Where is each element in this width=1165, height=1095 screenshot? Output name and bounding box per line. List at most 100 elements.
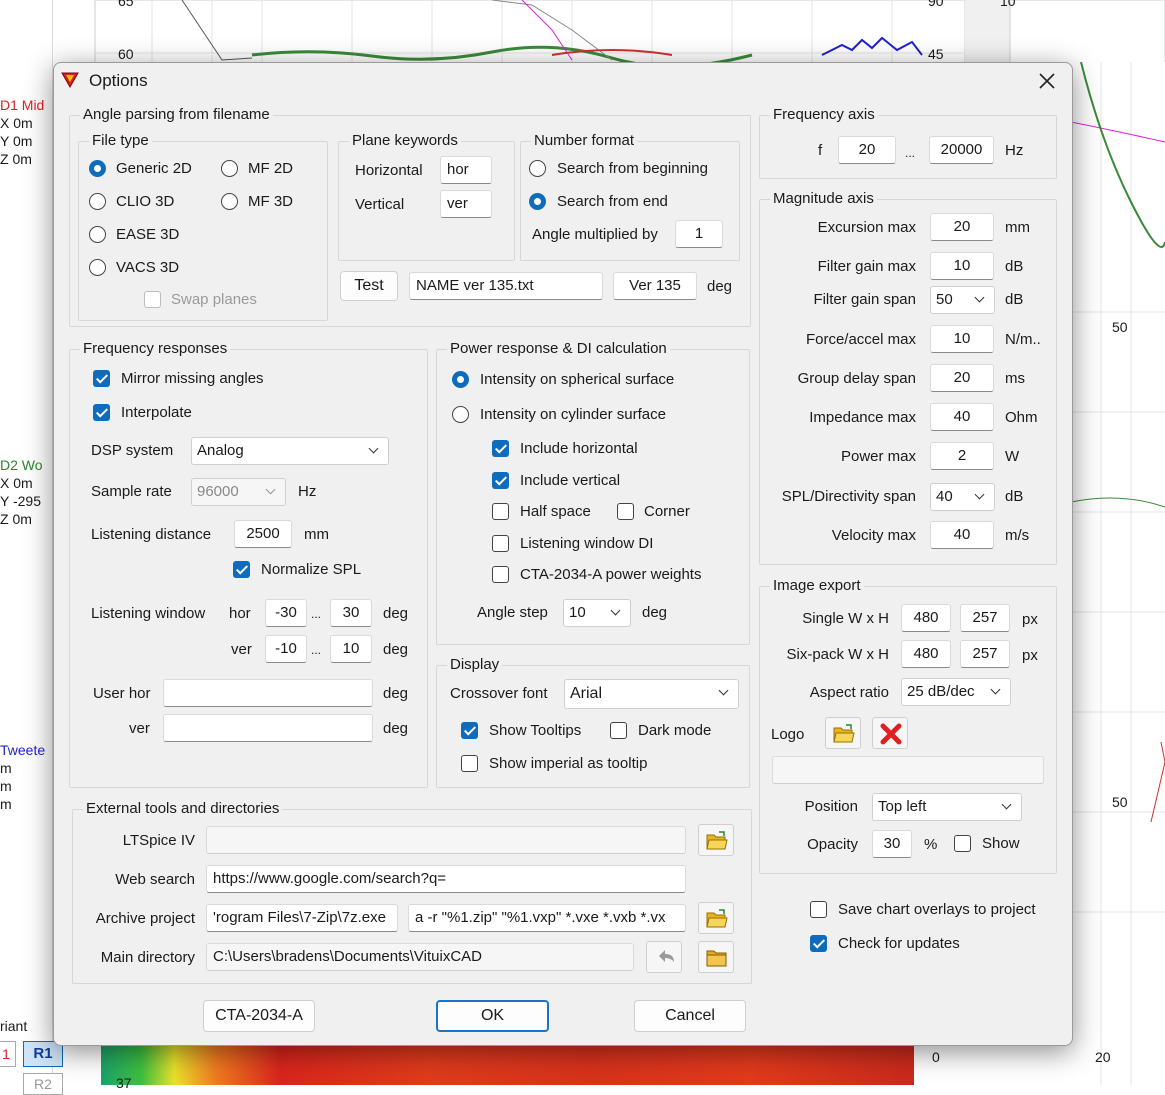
radio-search-beginning[interactable] bbox=[529, 160, 546, 177]
user-hor-input[interactable] bbox=[163, 679, 373, 707]
angle-step-select[interactable]: 10 bbox=[563, 599, 631, 627]
ok-button[interactable]: OK bbox=[436, 1000, 549, 1032]
close-button[interactable] bbox=[1031, 67, 1063, 95]
vacs-3d-label: VACS 3D bbox=[116, 259, 180, 276]
radio-ease-3d[interactable] bbox=[89, 226, 106, 243]
show-tooltips-checkbox[interactable] bbox=[461, 722, 478, 739]
radio-spherical[interactable] bbox=[452, 371, 469, 388]
radio-generic-2d[interactable] bbox=[89, 160, 106, 177]
impedance-max-unit: Ohm bbox=[1005, 409, 1038, 426]
power-max-input[interactable]: 2 bbox=[930, 442, 994, 470]
lw-ver-min-input[interactable]: -10 bbox=[265, 635, 307, 663]
f-min-input[interactable]: 20 bbox=[838, 136, 896, 164]
logo-clear-button[interactable] bbox=[872, 717, 908, 749]
dsp-system-select[interactable]: Analog bbox=[191, 437, 389, 465]
radio-search-end[interactable] bbox=[529, 193, 546, 210]
f-unit: Hz bbox=[1005, 142, 1024, 159]
cancel-button[interactable]: Cancel bbox=[634, 1000, 746, 1032]
interpolate-checkbox[interactable] bbox=[93, 404, 110, 421]
excursion-max-input[interactable]: 20 bbox=[930, 213, 994, 241]
logo-browse-button[interactable] bbox=[825, 717, 861, 749]
lw-hor-max-input[interactable]: 30 bbox=[330, 599, 372, 627]
position-select[interactable]: Top left bbox=[872, 793, 1022, 821]
f-label: f bbox=[818, 142, 823, 159]
single-width-input[interactable]: 480 bbox=[901, 604, 951, 632]
swap-planes-checkbox[interactable] bbox=[144, 291, 161, 308]
listening-distance-input[interactable]: 2500 bbox=[234, 520, 292, 548]
right-tick-20: 20 bbox=[1095, 1049, 1111, 1065]
cta-weights-checkbox[interactable] bbox=[492, 566, 509, 583]
listening-distance-unit: mm bbox=[304, 526, 329, 543]
main-directory-browse-button[interactable] bbox=[698, 941, 734, 973]
logo-path-field bbox=[772, 756, 1044, 784]
excursion-max-label: Excursion max bbox=[817, 219, 916, 236]
open-folder-icon bbox=[833, 724, 855, 743]
test-button[interactable]: Test bbox=[340, 271, 398, 301]
archive-browse-button[interactable] bbox=[698, 902, 734, 934]
main-directory-input[interactable]: C:\Users\bradens\Documents\VituixCAD bbox=[206, 943, 634, 971]
reset-directory-button[interactable] bbox=[646, 941, 682, 973]
lw-hor-min-input[interactable]: -30 bbox=[265, 599, 307, 627]
filter-gain-max-input[interactable]: 10 bbox=[930, 252, 994, 280]
spl-directivity-span-select[interactable]: 40 bbox=[930, 483, 995, 511]
listening-window-di-checkbox[interactable] bbox=[492, 535, 509, 552]
variant-button-1[interactable]: 1 bbox=[0, 1041, 16, 1067]
user-ver-input[interactable] bbox=[163, 714, 373, 742]
driver1-z: Z 0m bbox=[0, 151, 32, 167]
web-search-input[interactable]: https://www.google.com/search?q= bbox=[206, 865, 686, 893]
variant-button-r2[interactable]: R2 bbox=[23, 1073, 63, 1095]
search-beginning-label: Search from beginning bbox=[557, 160, 708, 177]
horizontal-keyword-input[interactable]: hor bbox=[440, 156, 492, 184]
include-horizontal-checkbox[interactable] bbox=[492, 440, 509, 457]
ltspice-browse-button[interactable] bbox=[698, 824, 734, 856]
show-imperial-checkbox[interactable] bbox=[461, 755, 478, 772]
radio-clio-3d[interactable] bbox=[89, 193, 106, 210]
save-overlays-checkbox[interactable] bbox=[810, 901, 827, 918]
radio-cylinder[interactable] bbox=[452, 406, 469, 423]
cta-2034-button[interactable]: CTA-2034-A bbox=[203, 1000, 315, 1032]
group-delay-span-input[interactable]: 20 bbox=[930, 364, 994, 392]
force-accel-max-input[interactable]: 10 bbox=[930, 325, 994, 353]
f-max-input[interactable]: 20000 bbox=[929, 136, 994, 164]
group-delay-span-label: Group delay span bbox=[797, 370, 916, 387]
radio-mf-2d[interactable] bbox=[221, 160, 238, 177]
filter-gain-span-unit: dB bbox=[1005, 291, 1024, 308]
impedance-max-input[interactable]: 40 bbox=[930, 403, 994, 431]
right-chart-background bbox=[1071, 62, 1165, 1085]
chevron-down-icon bbox=[990, 679, 1002, 705]
angle-multiplied-input[interactable]: 1 bbox=[675, 220, 723, 248]
mirror-angles-checkbox[interactable] bbox=[93, 370, 110, 387]
ltspice-path-input[interactable] bbox=[206, 826, 686, 854]
impedance-max-label: Impedance max bbox=[809, 409, 916, 426]
dark-mode-checkbox[interactable] bbox=[610, 722, 627, 739]
open-folder-icon bbox=[706, 831, 728, 850]
aspect-ratio-select[interactable]: 25 dB/dec bbox=[901, 678, 1011, 706]
test-filename-input[interactable]: NAME ver 135.txt bbox=[409, 272, 603, 300]
crossover-font-select[interactable]: Arial bbox=[564, 679, 739, 709]
chevron-down-icon bbox=[265, 479, 277, 505]
check-updates-checkbox[interactable] bbox=[810, 935, 827, 952]
sixpack-width-input[interactable]: 480 bbox=[901, 640, 951, 668]
cylinder-label: Intensity on cylinder surface bbox=[480, 406, 666, 423]
vertical-keyword-input[interactable]: ver bbox=[440, 190, 492, 218]
include-vertical-checkbox[interactable] bbox=[492, 472, 509, 489]
single-height-input[interactable]: 257 bbox=[960, 604, 1010, 632]
corner-checkbox[interactable] bbox=[617, 503, 634, 520]
opacity-input[interactable]: 30 bbox=[872, 830, 912, 858]
filter-gain-span-select[interactable]: 50 bbox=[930, 286, 995, 314]
archive-args-input[interactable]: a -r "%1.zip" "%1.vxp" *.vxe *.vxb *.vx bbox=[408, 904, 686, 932]
sixpack-height-input[interactable]: 257 bbox=[960, 640, 1010, 668]
archive-path-input[interactable]: 'rogram Files\7-Zip\7z.exe bbox=[206, 904, 398, 932]
velocity-max-input[interactable]: 40 bbox=[930, 521, 994, 549]
spl-directivity-span-label: SPL/Directivity span bbox=[781, 488, 916, 505]
half-space-checkbox[interactable] bbox=[492, 503, 509, 520]
dsp-system-label: DSP system bbox=[91, 442, 174, 459]
sample-rate-select[interactable]: 96000 bbox=[191, 478, 286, 506]
show-logo-checkbox[interactable] bbox=[954, 835, 971, 852]
check-updates-label: Check for updates bbox=[838, 935, 960, 952]
radio-vacs-3d[interactable] bbox=[89, 259, 106, 276]
lw-ver-max-input[interactable]: 10 bbox=[330, 635, 372, 663]
normalize-spl-checkbox[interactable] bbox=[233, 561, 250, 578]
radio-mf-3d[interactable] bbox=[221, 193, 238, 210]
directivity-heatmap bbox=[101, 1044, 914, 1085]
